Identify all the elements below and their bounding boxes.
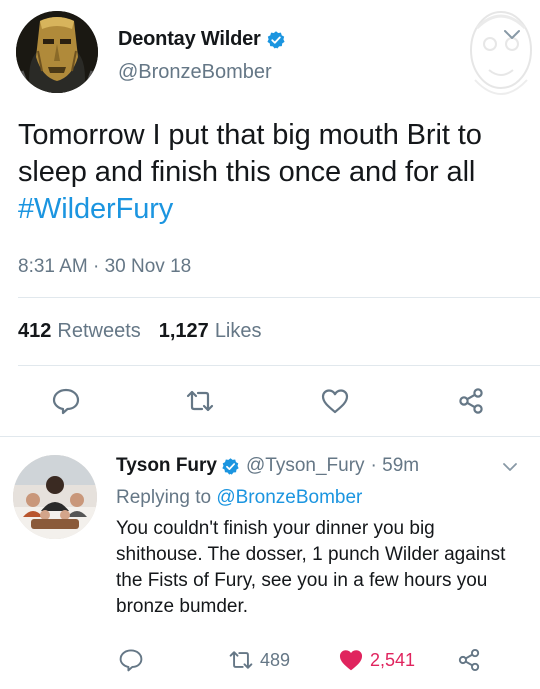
hashtag-link[interactable]: #WilderFury [18, 193, 173, 225]
reply-author-handle[interactable]: @Tyson_Fury [246, 455, 365, 477]
engagement-stats: 412 Retweets 1,127 Likes [18, 320, 280, 343]
reply-retweet-count: 489 [260, 649, 291, 670]
divider [18, 297, 540, 298]
author-avatar[interactable] [16, 11, 98, 93]
verified-badge-icon [267, 30, 285, 48]
retweet-label[interactable]: Retweets [57, 320, 140, 343]
tweet-text: Tomorrow I put that big mouth Brit to sl… [18, 117, 528, 228]
replying-to-mention[interactable]: @BronzeBomber [216, 487, 362, 508]
reply-share-button[interactable] [456, 647, 482, 673]
share-button[interactable] [456, 386, 486, 416]
tweet-detail-page: Deontay Wilder @BronzeBomber Tomorrow I … [0, 0, 540, 689]
like-button[interactable] [320, 386, 350, 416]
replying-to-line: Replying to @BronzeBomber [116, 487, 362, 509]
share-icon [458, 648, 480, 672]
watermark-face-image [470, 11, 532, 95]
divider [18, 365, 540, 366]
replying-to-prefix: Replying to [116, 487, 212, 508]
heart-icon [321, 389, 349, 414]
reply-time-ago[interactable]: · 59m [371, 455, 420, 477]
chevron-down-icon[interactable] [497, 457, 523, 477]
retweet-count[interactable]: 412 [18, 320, 51, 343]
retweet-icon [229, 651, 253, 669]
retweet-icon [186, 390, 214, 412]
reply-author-name[interactable]: Tyson Fury [116, 455, 217, 477]
verified-badge-icon [222, 457, 239, 475]
like-label[interactable]: Likes [215, 320, 262, 343]
retweet-button[interactable] [185, 386, 215, 416]
reply-text: You couldn't finish your dinner you big … [116, 518, 506, 617]
author-name[interactable]: Deontay Wilder [118, 28, 261, 51]
chevron-down-icon[interactable] [497, 24, 527, 46]
tweet-text-body: Tomorrow I put that big mouth Brit to sl… [18, 119, 482, 188]
reply-actions-bar: 489 2,541 [0, 645, 540, 679]
tweet-timestamp[interactable]: 8:31 AM · 30 Nov 18 [18, 256, 191, 278]
reply-icon [119, 649, 143, 672]
reply-icon [52, 388, 80, 415]
reply-author-avatar[interactable] [13, 455, 97, 539]
reply-retweet-button[interactable]: 489 [228, 647, 290, 673]
reply-like-button[interactable]: 2,541 [338, 647, 415, 673]
divider [0, 436, 540, 437]
gold-mask-avatar-image [16, 11, 98, 93]
heart-icon [339, 650, 363, 671]
family-photo-avatar-image [13, 455, 97, 539]
author-handle[interactable]: @BronzeBomber [118, 61, 272, 84]
reply-reply-button[interactable] [118, 647, 144, 673]
author-name-row: Deontay Wilder [118, 28, 286, 51]
reply-button[interactable] [51, 386, 81, 416]
like-count[interactable]: 1,127 [159, 320, 209, 343]
reply-header: Tyson Fury @Tyson_Fury · 59m [116, 455, 419, 477]
reply-like-count: 2,541 [370, 649, 416, 670]
share-icon [459, 388, 483, 414]
